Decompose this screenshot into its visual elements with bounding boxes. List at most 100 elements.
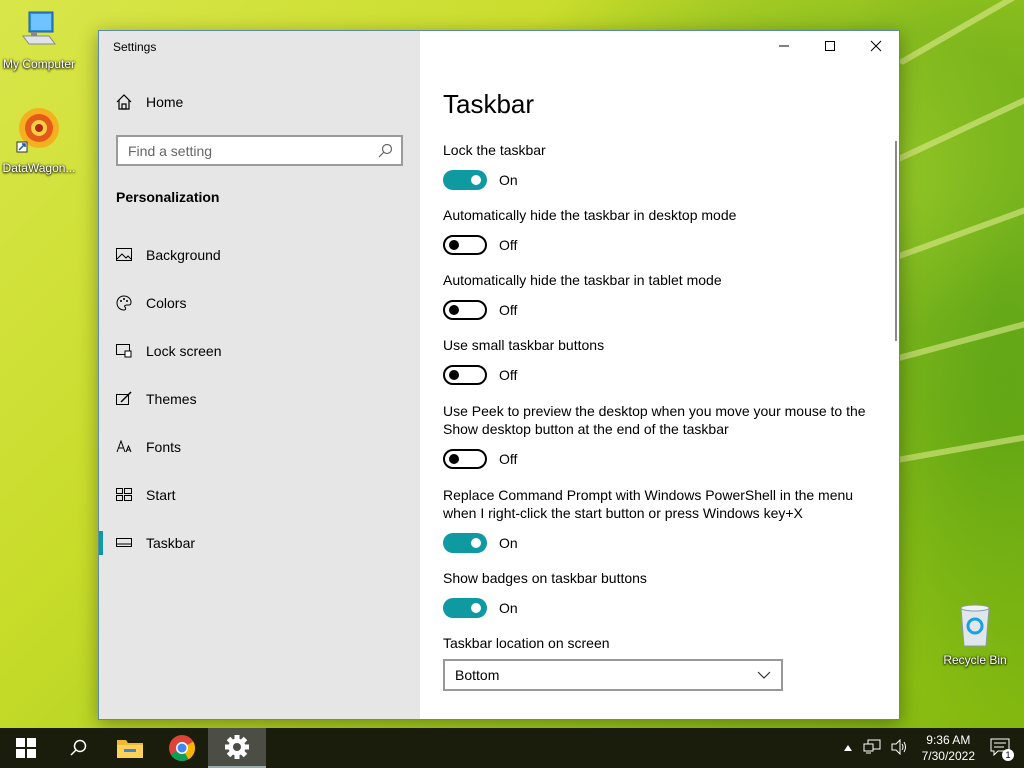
- sidebar-item-label: Lock screen: [146, 343, 222, 359]
- toggle-switch[interactable]: [443, 533, 487, 553]
- gear-icon: [225, 735, 249, 759]
- setting-autohide-desktop: Automatically hide the taskbar in deskto…: [443, 206, 883, 255]
- toggle-state: Off: [499, 367, 518, 383]
- setting-lock-taskbar: Lock the taskbar On: [443, 141, 883, 190]
- toggle-state: On: [499, 535, 518, 551]
- clock[interactable]: 9:36 AM 7/30/2022: [922, 732, 975, 764]
- dropdown-value: Bottom: [455, 667, 500, 683]
- clock-time: 9:36 AM: [926, 733, 971, 747]
- lock-screen-icon: [116, 343, 132, 359]
- toggle-switch[interactable]: [443, 235, 487, 255]
- window-controls: [761, 31, 899, 61]
- sidebar-item-background[interactable]: Background: [99, 231, 420, 279]
- taskbar: 9:36 AM 7/30/2022 1: [0, 728, 1024, 768]
- chrome-button[interactable]: [156, 728, 208, 768]
- palette-icon: [116, 295, 132, 311]
- computer-icon: [22, 11, 56, 45]
- nav-list: Background Colors Lock screen Themes Fon…: [99, 231, 420, 567]
- search-box[interactable]: [116, 135, 403, 166]
- volume-icon[interactable]: [891, 738, 909, 758]
- home-icon: [116, 94, 132, 110]
- desktop-icon-label: My Computer: [2, 57, 76, 71]
- toggle-state: Off: [499, 302, 518, 318]
- toggle-state: On: [499, 600, 518, 616]
- sidebar-item-label: Colors: [146, 295, 187, 311]
- settings-sidebar: Settings Home Personalization Background: [99, 31, 420, 719]
- content-scrollbar[interactable]: [895, 141, 897, 341]
- setting-powershell: Replace Command Prompt with Windows Powe…: [443, 486, 883, 553]
- chevron-down-icon: [757, 671, 771, 679]
- sidebar-item-start[interactable]: Start: [99, 471, 420, 519]
- sidebar-item-label: Themes: [146, 391, 197, 407]
- desktop-icon-label: Recycle Bin: [943, 653, 1007, 667]
- minimize-icon: [779, 45, 789, 47]
- setting-label: Automatically hide the taskbar in tablet…: [443, 272, 722, 288]
- setting-label: Use small taskbar buttons: [443, 337, 605, 353]
- setting-badges: Show badges on taskbar buttons On: [443, 569, 883, 618]
- taskbar-location-dropdown[interactable]: Bottom: [443, 659, 783, 691]
- taskbar-icon: [116, 535, 132, 551]
- setting-label: Lock the taskbar: [443, 142, 546, 158]
- setting-small-buttons: Use small taskbar buttons Off: [443, 336, 883, 385]
- sidebar-item-label: Taskbar: [146, 535, 196, 551]
- notification-badge: 1: [1002, 748, 1014, 761]
- search-icon: [378, 143, 393, 157]
- recycle-bin-icon: [960, 604, 990, 647]
- start-tiles-icon: [116, 487, 132, 503]
- sidebar-item-fonts[interactable]: Fonts: [99, 423, 420, 471]
- minimize-button[interactable]: [761, 31, 807, 61]
- setting-label: Show badges on taskbar buttons: [443, 570, 647, 586]
- desktop-icon-my-computer[interactable]: My Computer: [0, 10, 78, 71]
- sidebar-item-colors[interactable]: Colors: [99, 279, 420, 327]
- setting-label: Replace Command Prompt with Windows Powe…: [443, 487, 854, 521]
- sidebar-item-taskbar[interactable]: Taskbar: [99, 519, 420, 567]
- setting-label: Automatically hide the taskbar in deskto…: [443, 207, 737, 223]
- network-icon[interactable]: [863, 739, 881, 758]
- settings-window: Settings Home Personalization Background: [98, 30, 900, 720]
- chevron-up-icon[interactable]: [843, 741, 853, 755]
- close-icon: [870, 40, 882, 52]
- maximize-button[interactable]: [807, 31, 853, 61]
- clock-date: 7/30/2022: [921, 749, 975, 763]
- toggle-switch[interactable]: [443, 449, 487, 469]
- sidebar-item-lock-screen[interactable]: Lock screen: [99, 327, 420, 375]
- desktop-icon-datawagon[interactable]: DataWagon...: [0, 104, 78, 175]
- toggle-state: On: [499, 172, 518, 188]
- windows-logo-icon: [16, 738, 36, 758]
- section-title: Personalization: [116, 189, 220, 205]
- page-title: Taskbar: [443, 89, 535, 119]
- fonts-icon: [116, 439, 132, 455]
- chrome-icon: [169, 735, 196, 762]
- sidebar-item-themes[interactable]: Themes: [99, 375, 420, 423]
- notification-center-button[interactable]: 1: [990, 738, 1014, 761]
- maximize-icon: [825, 41, 835, 51]
- setting-label: Use Peek to preview the desktop when you…: [443, 403, 866, 437]
- toggle-switch[interactable]: [443, 365, 487, 385]
- desktop-icon-recycle-bin[interactable]: Recycle Bin: [936, 602, 1014, 667]
- datawagon-logo-icon: [16, 108, 59, 153]
- search-input[interactable]: [128, 142, 377, 159]
- settings-taskbar-button[interactable]: [208, 728, 266, 768]
- close-button[interactable]: [853, 31, 899, 61]
- sidebar-item-label: Start: [146, 487, 176, 503]
- file-explorer-button[interactable]: [104, 728, 156, 768]
- start-button[interactable]: [0, 728, 52, 768]
- toggle-switch[interactable]: [443, 598, 487, 618]
- toggle-state: Off: [499, 237, 518, 253]
- search-icon: [70, 739, 87, 756]
- settings-content: Taskbar Lock the taskbar On Automaticall…: [420, 31, 899, 719]
- setting-peek: Use Peek to preview the desktop when you…: [443, 402, 883, 469]
- toggle-switch[interactable]: [443, 300, 487, 320]
- window-title: Settings: [113, 40, 157, 54]
- folder-icon: [117, 740, 143, 758]
- picture-icon: [116, 247, 132, 263]
- sidebar-item-label: Background: [146, 247, 221, 263]
- search-button[interactable]: [52, 728, 104, 768]
- desktop-icon-label: DataWagon...: [2, 161, 76, 175]
- home-label: Home: [146, 94, 184, 110]
- taskbar-location-label: Taskbar location on screen: [443, 635, 610, 651]
- setting-autohide-tablet: Automatically hide the taskbar in tablet…: [443, 271, 883, 320]
- home-nav-item[interactable]: Home: [115, 93, 183, 111]
- sidebar-item-label: Fonts: [146, 439, 182, 455]
- toggle-switch[interactable]: [443, 170, 487, 190]
